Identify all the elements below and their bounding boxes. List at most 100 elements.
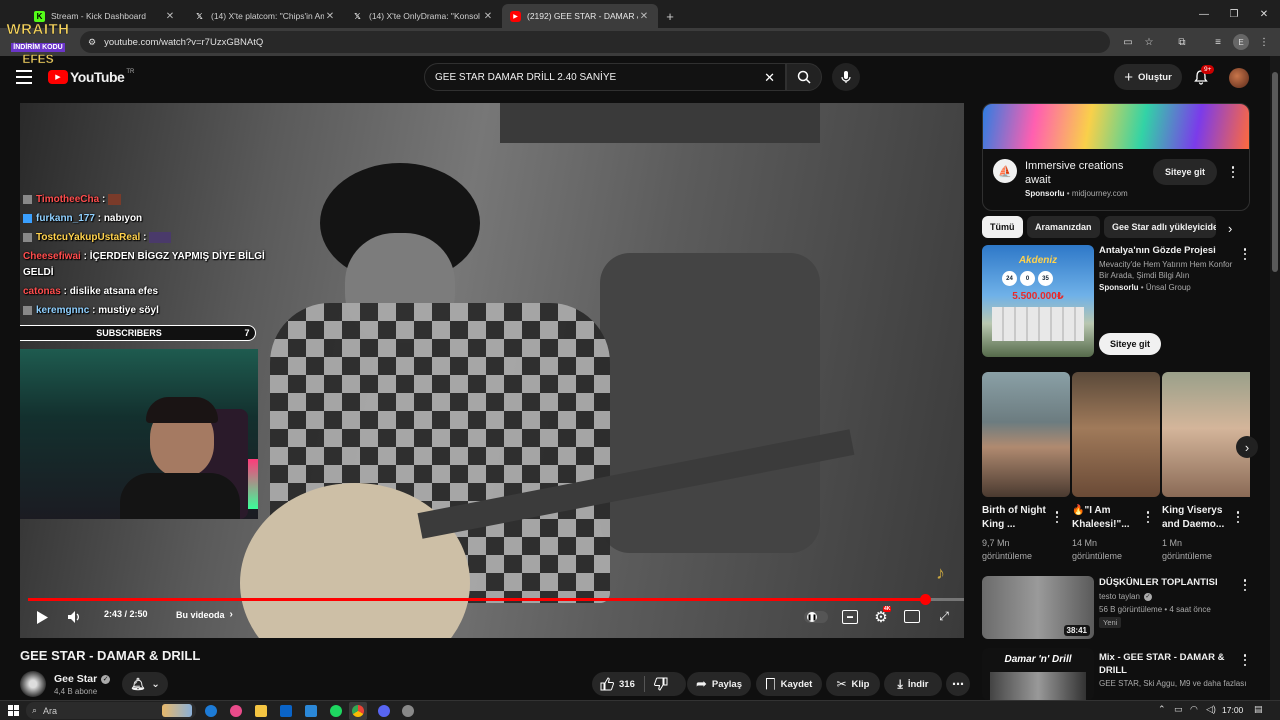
outlook-icon[interactable]: [280, 705, 292, 717]
speaker-icon[interactable]: ◁): [1206, 704, 1216, 715]
mix-thumbnail[interactable]: Damar 'n' Drill: [982, 648, 1094, 700]
short-menu-icon[interactable]: [1052, 510, 1062, 524]
network-icon[interactable]: ▭: [1174, 704, 1183, 715]
ad-thumbnail[interactable]: Akdeniz 24 0 35 5.500.000₺: [982, 245, 1094, 357]
video-item-channel[interactable]: testo taylan: [1099, 592, 1140, 601]
profile-avatar[interactable]: E: [1233, 34, 1249, 50]
spotify-icon[interactable]: [330, 705, 342, 717]
filter-chip-all[interactable]: Tümü: [982, 216, 1023, 238]
channel-name[interactable]: Gee Star: [54, 673, 97, 685]
taskbar-search-box[interactable]: ⌕ Ara: [26, 702, 196, 719]
chips-next-icon[interactable]: ›: [1228, 221, 1232, 236]
video-item-menu-icon[interactable]: [1240, 653, 1250, 667]
theater-mode-icon[interactable]: [904, 610, 920, 623]
file-explorer-icon[interactable]: [255, 705, 267, 717]
short-title[interactable]: 🔥"I Am Khaleesi!"...: [1072, 504, 1140, 532]
mix-thumb-image: [990, 672, 1086, 700]
restore-icon[interactable]: ❐: [1220, 4, 1248, 24]
copilot-icon[interactable]: [230, 705, 242, 717]
tab-youtube-active[interactable]: ▶ (2192) GEE STAR - DAMAR & D ✕: [502, 4, 658, 28]
minimize-icon[interactable]: —: [1190, 4, 1218, 24]
progress-scrubber[interactable]: [919, 594, 931, 605]
video-item-title[interactable]: Mix - GEE STAR - DAMAR & DRILL: [1099, 651, 1229, 677]
short-title[interactable]: King Viserys and Daemo...: [1162, 504, 1228, 532]
short-menu-icon[interactable]: [1233, 510, 1243, 524]
scrollbar-thumb[interactable]: [1272, 72, 1278, 272]
subtitles-icon[interactable]: ▬: [842, 610, 858, 624]
video-progress-bar[interactable]: [28, 594, 964, 605]
notification-center-icon[interactable]: ▤: [1254, 704, 1263, 715]
video-thumbnail[interactable]: 38:41: [982, 576, 1094, 639]
more-actions-button[interactable]: ⋯: [946, 672, 970, 696]
video-item-menu-icon[interactable]: [1240, 578, 1250, 592]
video-item-title[interactable]: DÜŞKÜNLER TOPLANTISI: [1099, 577, 1218, 588]
share-button[interactable]: ➦ Paylaş: [687, 672, 751, 696]
video-player[interactable]: ♪ TimotheeCha : furkann_177 : nabıyon To…: [20, 103, 964, 638]
tray-chevron-icon[interactable]: ⌃: [1158, 704, 1166, 715]
download-button[interactable]: ⤓ İndir: [884, 672, 942, 696]
notifications-button[interactable]: 9+: [1193, 65, 1215, 85]
wifi-icon[interactable]: ◠: [1190, 704, 1198, 715]
new-tab-button[interactable]: +: [660, 4, 680, 28]
clip-button[interactable]: ✂ Klip: [826, 672, 880, 696]
address-bar[interactable]: ⚙ youtube.com/watch?v=r7UzxGBNAtQ: [80, 31, 1110, 53]
site-info-icon[interactable]: ⚙: [88, 37, 96, 48]
window-close-icon[interactable]: ✕: [1250, 4, 1278, 24]
download-label: İndir: [907, 678, 929, 690]
ad-card-visit-button[interactable]: Siteye git: [1099, 333, 1161, 355]
search-button[interactable]: [786, 63, 822, 91]
tab-x-platcom[interactable]: 𝕏 (14) X'te platcom: "Chips'in Am ✕: [186, 4, 344, 28]
ad-menu-icon[interactable]: [1228, 165, 1238, 179]
close-icon[interactable]: ✕: [638, 11, 650, 22]
account-avatar[interactable]: [1229, 68, 1249, 88]
ad-card-menu-icon[interactable]: [1240, 247, 1250, 261]
start-windows-icon[interactable]: [8, 705, 19, 716]
menu-kebab-icon[interactable]: ⋮: [1256, 34, 1272, 50]
shorts-next-button[interactable]: ›: [1236, 436, 1258, 458]
hamburger-menu-icon[interactable]: [16, 70, 32, 84]
extensions-icon[interactable]: ⧉: [1174, 34, 1190, 50]
create-button[interactable]: + Oluştur: [1114, 64, 1182, 90]
short-thumbnail[interactable]: [1072, 372, 1160, 497]
clock-time[interactable]: 17:00: [1222, 705, 1243, 715]
visit-site-button[interactable]: Siteye git: [1153, 159, 1217, 185]
close-icon[interactable]: ✕: [164, 11, 176, 22]
search-input[interactable]: GEE STAR DAMAR DRİLL 2.40 SANİYE ✕: [424, 63, 786, 91]
bookmark-star-icon[interactable]: ☆: [1141, 34, 1157, 50]
app-icon[interactable]: [402, 705, 414, 717]
dislike-button[interactable]: [653, 677, 668, 691]
tab-x-onlydrama[interactable]: 𝕏 (14) X'te OnlyDrama: "Konsol O ✕: [344, 4, 502, 28]
discord-icon[interactable]: [378, 705, 390, 717]
ad-title[interactable]: Immersive creations await: [1025, 159, 1145, 187]
save-button[interactable]: Kaydet: [756, 672, 822, 696]
taskbar-chrome-active[interactable]: [349, 702, 367, 720]
edge-icon[interactable]: [205, 705, 217, 717]
short-title[interactable]: Birth of Night King ...: [982, 504, 1048, 532]
page-scrollbar[interactable]: [1270, 56, 1280, 700]
in-video-chapters-button[interactable]: Bu videoda ›: [176, 609, 233, 620]
ad-card-title[interactable]: Antalya'nın Gözde Projesi: [1099, 245, 1239, 256]
store-icon[interactable]: [305, 705, 317, 717]
channel-name-row[interactable]: Gee Star ✓: [54, 673, 111, 685]
play-button[interactable]: [34, 609, 50, 625]
filter-chip-from-search[interactable]: Aramanızdan: [1027, 216, 1100, 238]
channel-avatar[interactable]: [20, 671, 46, 697]
filter-chip-uploader[interactable]: Gee Star adlı yükleyiciden: [1104, 216, 1216, 238]
close-icon[interactable]: ✕: [482, 11, 494, 22]
close-icon[interactable]: ✕: [324, 11, 336, 22]
sponsored-ad-card[interactable]: ⛵ Immersive creations await Sponsorlu • …: [982, 103, 1250, 211]
short-menu-icon[interactable]: [1143, 510, 1153, 524]
autoplay-toggle[interactable]: ❚❚: [804, 611, 828, 623]
subscription-bell-button[interactable]: 🔔︎ ⌄: [122, 672, 168, 696]
youtube-logo[interactable]: ▶ YouTube TR: [48, 69, 134, 85]
settings-gear-icon[interactable]: ⚙ 4K: [872, 606, 892, 626]
clear-search-icon[interactable]: ✕: [764, 70, 775, 86]
media-icon[interactable]: ≡: [1210, 34, 1226, 50]
short-thumbnail[interactable]: [1162, 372, 1250, 497]
voice-search-button[interactable]: [832, 63, 860, 91]
short-thumbnail[interactable]: [982, 372, 1070, 497]
like-button[interactable]: 316: [600, 677, 635, 691]
cast-icon[interactable]: ▭: [1120, 34, 1136, 50]
fullscreen-icon[interactable]: ⤢: [936, 608, 952, 624]
volume-button[interactable]: [66, 609, 84, 625]
